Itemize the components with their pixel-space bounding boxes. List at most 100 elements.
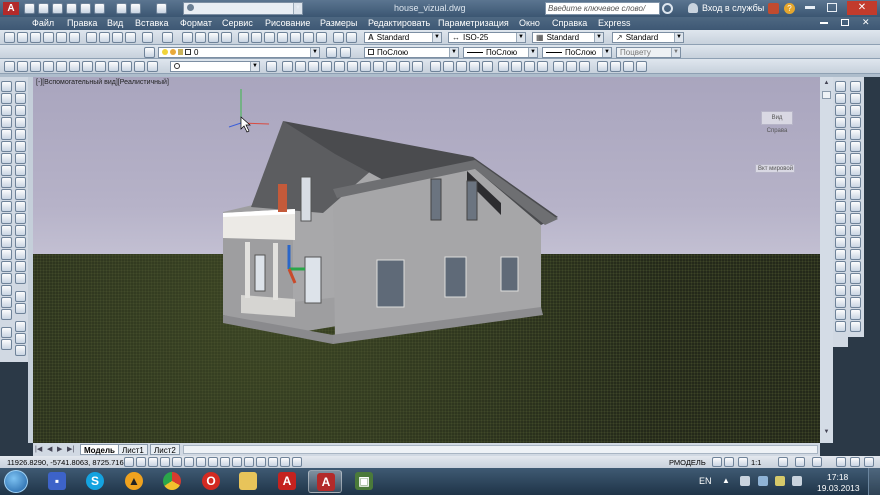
planar-icon[interactable] <box>850 297 861 308</box>
ucs-object-icon[interactable] <box>56 61 67 72</box>
pan-icon[interactable] <box>182 32 193 43</box>
taskbar-autocad[interactable]: A <box>308 470 342 493</box>
tab-prev-icon[interactable]: ◀ <box>47 445 52 453</box>
tray-icon-1[interactable] <box>740 476 750 486</box>
view-right-icon[interactable] <box>537 61 548 72</box>
tool-e-icon[interactable] <box>835 129 846 140</box>
ellipse-icon[interactable] <box>1 189 12 200</box>
offset-icon[interactable] <box>15 117 26 128</box>
tool-o-icon[interactable] <box>835 249 846 260</box>
menu-window[interactable]: Окно <box>519 18 540 28</box>
break-point-icon[interactable] <box>15 213 26 224</box>
layer-previous-icon[interactable] <box>340 47 351 58</box>
thicken-icon[interactable] <box>850 261 861 272</box>
undo-tb-icon[interactable] <box>142 32 153 43</box>
minimize-icon[interactable] <box>805 6 815 9</box>
table-style-select[interactable]: ▦ Standard ▼ <box>532 32 604 43</box>
tool-a-icon[interactable] <box>835 81 846 92</box>
circle-icon[interactable] <box>1 153 12 164</box>
language-indicator[interactable]: EN <box>699 476 712 486</box>
tool-p-icon[interactable] <box>835 261 846 272</box>
spline-icon[interactable] <box>1 177 12 188</box>
presspull-icon[interactable] <box>850 273 861 284</box>
materials-icon[interactable] <box>456 61 467 72</box>
wireframe-3d-icon[interactable] <box>295 61 306 72</box>
doc-restore-icon[interactable] <box>841 19 849 26</box>
workspace-select[interactable]: Классический AutoCAD ▼ <box>183 2 303 15</box>
plot-icon[interactable] <box>80 3 91 14</box>
tool-d-icon[interactable] <box>835 117 846 128</box>
markup-icon[interactable] <box>290 32 301 43</box>
helix-icon[interactable] <box>850 285 861 296</box>
tool-n-icon[interactable] <box>835 237 846 248</box>
stretch-icon[interactable] <box>15 177 26 188</box>
polysolid-icon[interactable] <box>850 309 861 320</box>
sheet-set-icon[interactable] <box>277 32 288 43</box>
publish-icon[interactable] <box>69 32 80 43</box>
mtext-icon[interactable] <box>1 297 12 308</box>
steeringwheel-icon[interactable] <box>623 61 634 72</box>
union-icon[interactable] <box>850 213 861 224</box>
torus-icon[interactable] <box>850 141 861 152</box>
dim-radius-icon[interactable] <box>15 345 26 356</box>
user-icon[interactable] <box>688 3 698 13</box>
quick-view-layouts-icon[interactable] <box>712 457 722 467</box>
print-preview-icon[interactable] <box>116 3 127 14</box>
ucs-3point-icon[interactable] <box>108 61 119 72</box>
extrude-icon[interactable] <box>850 165 861 176</box>
exchange-icon[interactable] <box>768 3 779 14</box>
linetype-select[interactable]: ПоСлою ▼ <box>463 47 538 58</box>
vertical-scrollbar[interactable]: ▲ ▼ <box>820 77 833 443</box>
3d-move-icon[interactable] <box>850 321 861 332</box>
orbit-icon[interactable] <box>266 61 277 72</box>
layer-walk-icon[interactable] <box>1 339 12 350</box>
ucs-x-icon[interactable] <box>121 61 132 72</box>
preview-icon[interactable] <box>56 32 67 43</box>
status-menu-icon[interactable] <box>850 457 860 467</box>
scroll-thumb[interactable] <box>822 91 831 99</box>
fly-icon[interactable] <box>579 61 590 72</box>
signin-link[interactable]: Вход в службы <box>702 3 764 13</box>
showmotion-icon[interactable] <box>636 61 647 72</box>
new-icon[interactable] <box>24 3 35 14</box>
snap-mode-icon[interactable] <box>136 457 146 467</box>
sun-properties-icon[interactable] <box>469 61 480 72</box>
zoom-previous-icon[interactable] <box>221 32 232 43</box>
redo-icon[interactable] <box>156 3 167 14</box>
zoom-realtime-icon[interactable] <box>195 32 206 43</box>
scroll-down-icon[interactable]: ▼ <box>822 429 831 438</box>
lineweight-select[interactable]: ПоСлою ▼ <box>542 47 612 58</box>
taskbar-aimp[interactable]: ▲ <box>117 470 151 493</box>
layer-select[interactable]: 0 ▼ <box>158 47 320 58</box>
open-file-icon[interactable] <box>17 32 28 43</box>
frame-icon[interactable] <box>610 61 621 72</box>
menu-express[interactable]: Express <box>598 18 631 28</box>
workspace-switch-icon[interactable] <box>795 457 805 467</box>
arc-icon[interactable] <box>1 141 12 152</box>
ucs-face-icon[interactable] <box>43 61 54 72</box>
scale-icon[interactable] <box>15 165 26 176</box>
explode-icon[interactable] <box>15 273 26 284</box>
pyramid-icon[interactable] <box>850 153 861 164</box>
ucs-origin-icon[interactable] <box>82 61 93 72</box>
app-logo-icon[interactable]: A <box>3 2 19 15</box>
tool-h-icon[interactable] <box>835 165 846 176</box>
make-current-icon[interactable] <box>326 47 337 58</box>
tab-layout2[interactable]: Лист2 <box>150 444 180 455</box>
layer-manager-icon[interactable] <box>144 47 155 58</box>
walk-icon[interactable] <box>566 61 577 72</box>
model-space-toggle[interactable]: РМОДЕЛЬ <box>669 458 706 467</box>
polar-icon[interactable] <box>172 457 182 467</box>
table-icon[interactable] <box>1 285 12 296</box>
save-file-icon[interactable] <box>30 32 41 43</box>
hidden-icon[interactable] <box>308 61 319 72</box>
help-tb-icon[interactable] <box>316 32 327 43</box>
search-icon[interactable] <box>662 3 673 14</box>
tab-last-icon[interactable]: ▶| <box>67 445 74 453</box>
conceptual-icon[interactable] <box>334 61 345 72</box>
scroll-up-icon[interactable]: ▲ <box>822 80 831 89</box>
tool-s-icon[interactable] <box>835 297 846 308</box>
dim-linear-icon[interactable] <box>15 321 26 332</box>
qp-icon[interactable] <box>268 457 278 467</box>
menu-tools[interactable]: Сервис <box>222 18 253 28</box>
